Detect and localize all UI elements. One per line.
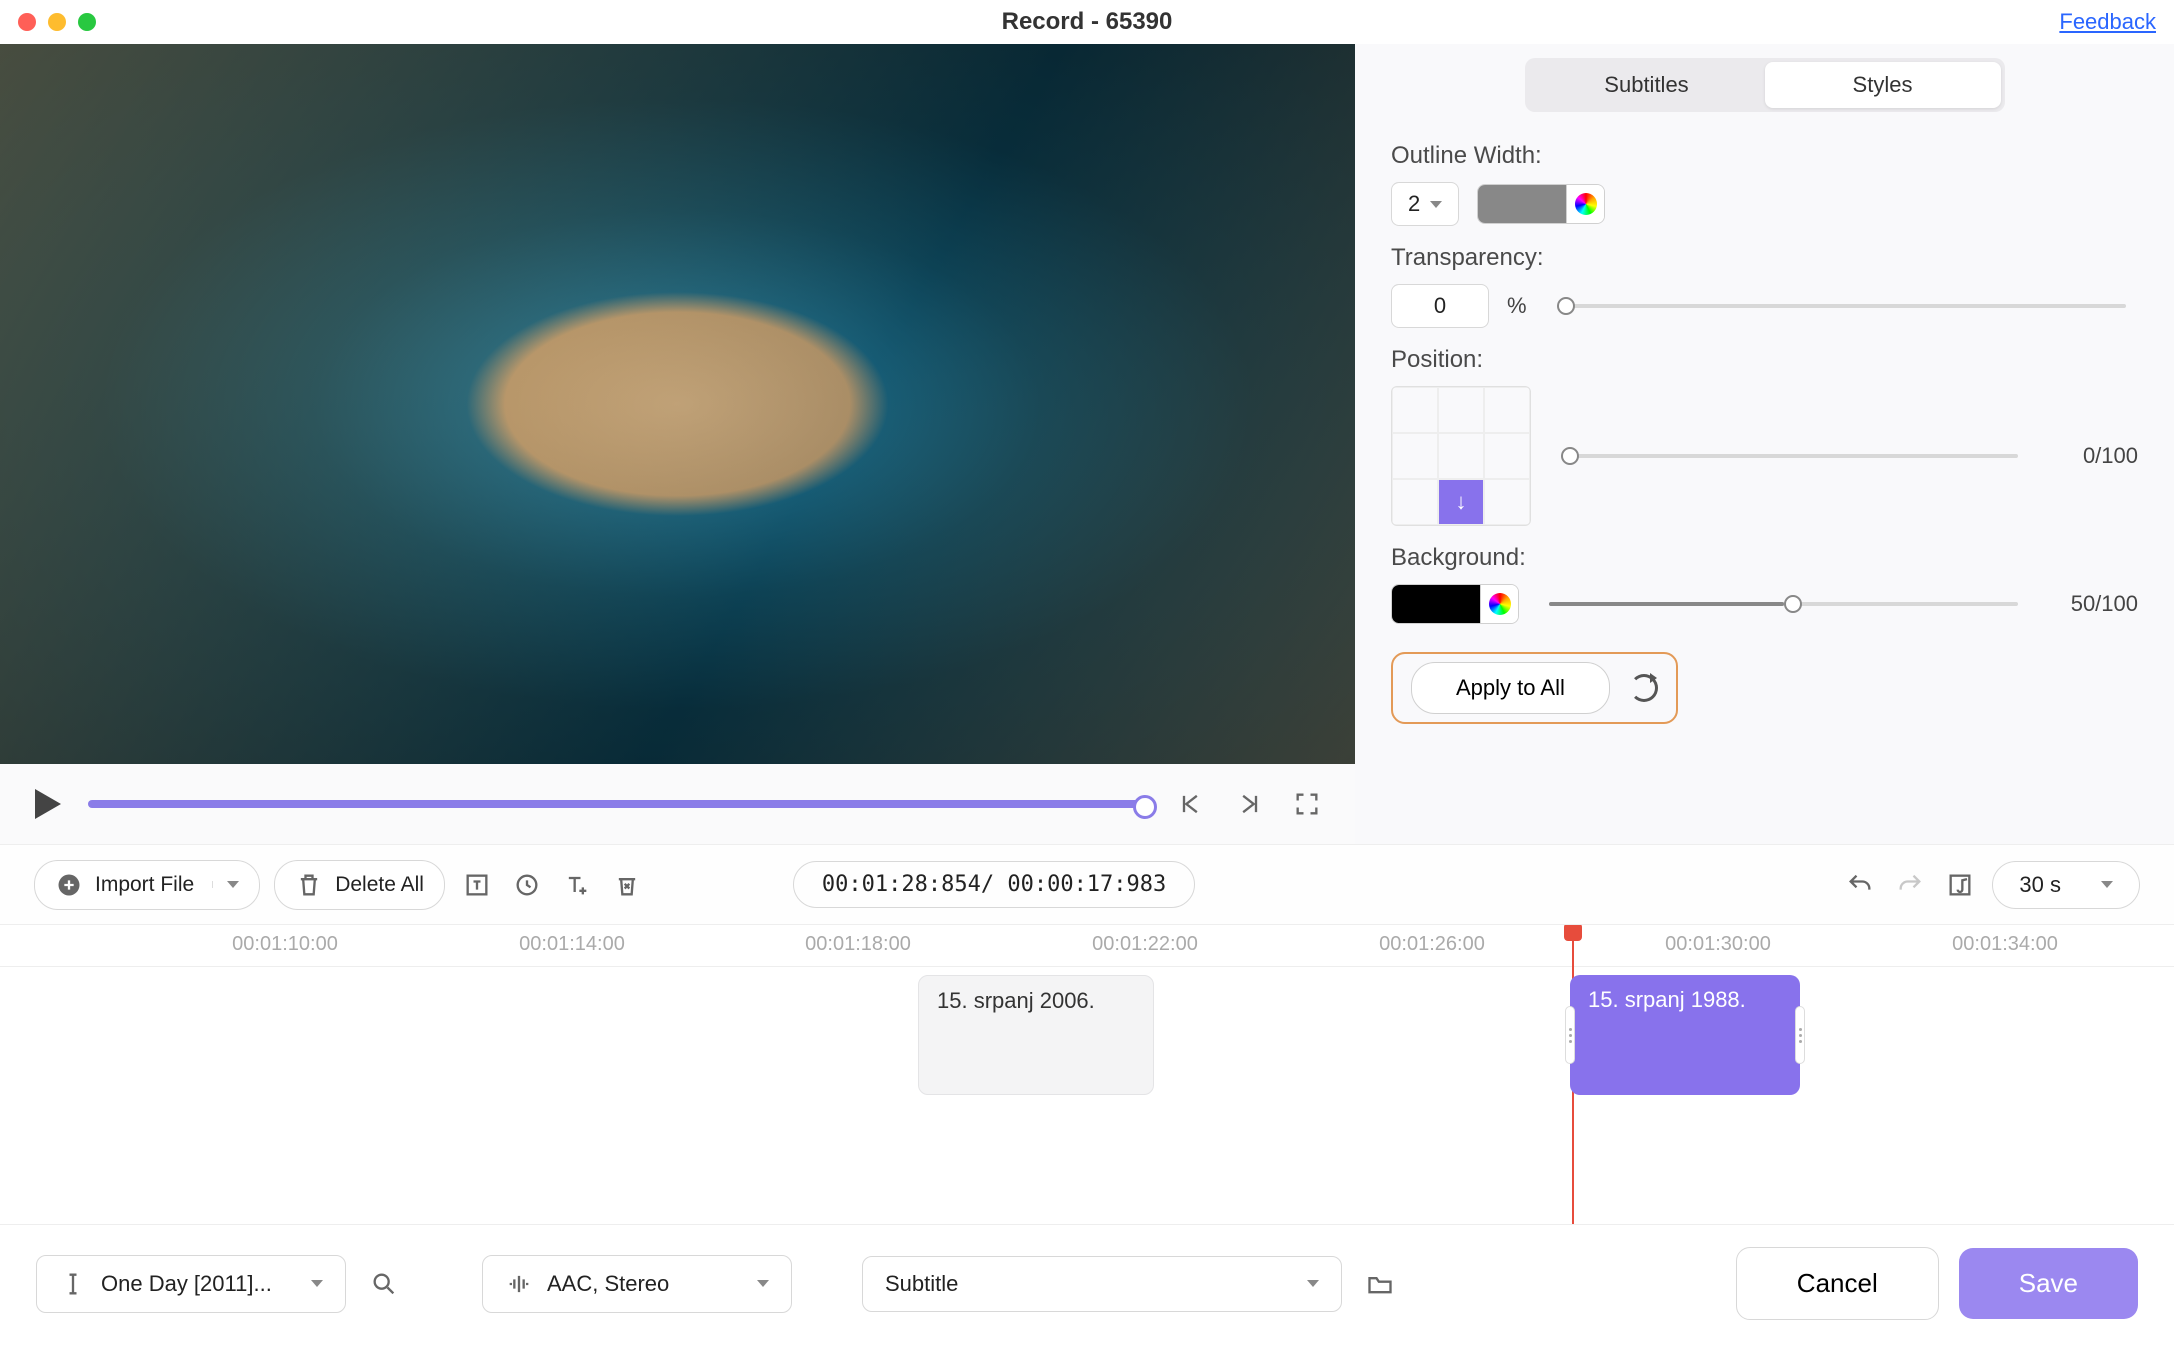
import-file-button[interactable]: Import File xyxy=(34,860,260,910)
subtitle-clip-1[interactable]: 15. srpanj 2006. xyxy=(918,975,1154,1095)
minimize-window[interactable] xyxy=(48,13,66,31)
search-button[interactable] xyxy=(366,1266,402,1302)
add-voice-icon[interactable] xyxy=(509,867,545,903)
outline-width-value: 2 xyxy=(1408,191,1420,217)
chevron-down-icon xyxy=(1307,1280,1319,1287)
text-cursor-icon xyxy=(59,1270,87,1298)
chevron-down-icon xyxy=(311,1280,323,1287)
prev-button[interactable] xyxy=(1173,786,1209,822)
play-button[interactable] xyxy=(30,786,66,822)
clip-handle-right[interactable] xyxy=(1795,1006,1805,1064)
apply-to-all-button[interactable]: Apply to All xyxy=(1411,662,1610,714)
color-wheel-icon xyxy=(1489,593,1511,615)
text-plus-icon[interactable] xyxy=(559,867,595,903)
next-button[interactable] xyxy=(1231,786,1267,822)
waveform-icon xyxy=(505,1270,533,1298)
refresh-icon[interactable] xyxy=(1630,674,1658,702)
outline-color-swatch[interactable] xyxy=(1477,184,1605,224)
track-select[interactable]: Subtitle xyxy=(862,1256,1342,1312)
timeline-tick: 00:01:26:00 xyxy=(1379,933,1485,956)
folder-button[interactable] xyxy=(1362,1266,1398,1302)
timeline-tick: 00:01:14:00 xyxy=(519,933,625,956)
position-ratio: 0/100 xyxy=(2048,443,2138,469)
timeline-tick: 00:01:30:00 xyxy=(1665,933,1771,956)
background-slider[interactable] xyxy=(1549,602,2018,606)
clip-handle-left[interactable] xyxy=(1565,1006,1575,1064)
feedback-link[interactable]: Feedback xyxy=(2059,9,2156,35)
time-display: 00:01:28:854/ 00:00:17:983 xyxy=(793,861,1195,908)
chevron-down-icon xyxy=(757,1280,769,1287)
window-title: Record - 65390 xyxy=(1002,8,1173,36)
subtitle-clip-2[interactable]: 15. srpanj 1988. xyxy=(1570,975,1800,1095)
maximize-window[interactable] xyxy=(78,13,96,31)
background-label: Background: xyxy=(1391,544,2138,572)
transparency-slider[interactable] xyxy=(1557,304,2126,308)
background-color-swatch[interactable] xyxy=(1391,584,1519,624)
outline-width-select[interactable]: 2 xyxy=(1391,182,1459,226)
outline-width-label: Outline Width: xyxy=(1391,142,2138,170)
progress-bar[interactable] xyxy=(88,800,1151,808)
transparency-input[interactable]: 0 xyxy=(1391,284,1489,328)
delete-clip-icon[interactable] xyxy=(609,867,645,903)
background-ratio: 50/100 xyxy=(2048,591,2138,617)
zoom-select[interactable]: 30 s xyxy=(1992,861,2140,909)
fullscreen-button[interactable] xyxy=(1289,786,1325,822)
chevron-down-icon xyxy=(2101,881,2113,888)
chevron-down-icon xyxy=(1430,201,1442,208)
add-text-icon[interactable] xyxy=(459,867,495,903)
percent-label: % xyxy=(1507,293,1527,319)
music-note-icon[interactable] xyxy=(1942,867,1978,903)
close-window[interactable] xyxy=(18,13,36,31)
video-preview xyxy=(0,44,1355,764)
tab-styles[interactable]: Styles xyxy=(1765,62,2001,108)
position-slider[interactable] xyxy=(1561,454,2018,458)
delete-all-button[interactable]: Delete All xyxy=(274,860,445,910)
audio-select[interactable]: AAC, Stereo xyxy=(482,1255,792,1313)
timeline[interactable]: 00:01:10:00 00:01:14:00 00:01:18:00 00:01:2… xyxy=(0,924,2174,1224)
trash-icon xyxy=(295,871,323,899)
redo-button[interactable] xyxy=(1892,867,1928,903)
timeline-tick: 00:01:22:00 xyxy=(1092,933,1198,956)
style-tabs: Subtitles Styles xyxy=(1525,58,2005,112)
position-label: Position: xyxy=(1391,346,2138,374)
tab-subtitles[interactable]: Subtitles xyxy=(1529,62,1765,108)
file-select[interactable]: One Day [2011]... xyxy=(36,1255,346,1313)
color-wheel-icon xyxy=(1575,193,1597,215)
chevron-down-icon xyxy=(227,881,239,888)
timeline-tick: 00:01:34:00 xyxy=(1952,933,2058,956)
cancel-button[interactable]: Cancel xyxy=(1736,1247,1939,1320)
timeline-tick: 00:01:18:00 xyxy=(805,933,911,956)
undo-button[interactable] xyxy=(1842,867,1878,903)
position-grid[interactable]: ↓ xyxy=(1391,386,1531,526)
save-button[interactable]: Save xyxy=(1959,1248,2138,1319)
transparency-label: Transparency: xyxy=(1391,244,2138,272)
arrow-down-icon: ↓ xyxy=(1438,479,1484,525)
plus-circle-icon xyxy=(55,871,83,899)
timeline-tick: 00:01:10:00 xyxy=(232,933,338,956)
